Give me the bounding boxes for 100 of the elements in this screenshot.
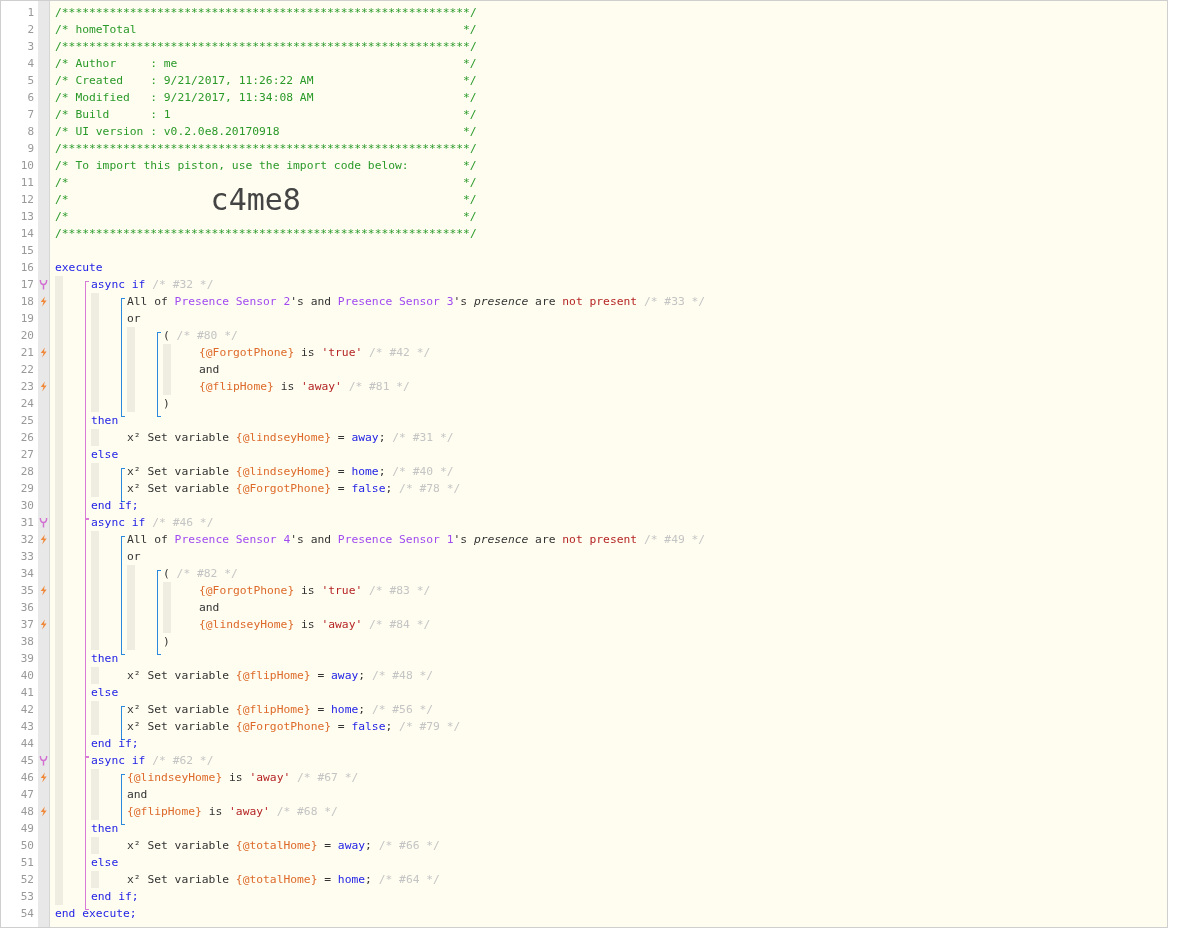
assigned-value: home — [337, 872, 366, 888]
assigned-value: away — [337, 838, 366, 854]
code-text: is — [300, 345, 316, 361]
keyword: else — [91, 685, 119, 701]
device-name: Presence Sensor 1 — [337, 532, 454, 548]
variable-name: {@lindseyHome} — [235, 464, 332, 480]
code-text: is — [300, 583, 316, 599]
code-text: ; — [358, 702, 366, 718]
variable-name: {@lindseyHome} — [127, 770, 223, 786]
assigned-value: away — [331, 668, 359, 684]
import-code: c4me8 — [210, 183, 301, 217]
statement-comment: /* #78 */ — [398, 481, 461, 497]
assigned-value: home — [351, 464, 379, 480]
bracket-line — [121, 706, 125, 740]
code-text: x² Set variable — [127, 668, 231, 684]
string-value: 'true' — [321, 583, 363, 599]
string-value: 'true' — [321, 345, 363, 361]
attribute-name: presence — [473, 294, 529, 310]
code-text: ( — [163, 566, 171, 582]
keyword: then — [91, 821, 119, 837]
keyword: end execute; — [55, 906, 137, 922]
variable-name: {@lindseyHome} — [235, 430, 332, 446]
line-number: 47 — [19, 788, 34, 801]
line-number: 53 — [19, 890, 34, 903]
line-number: 44 — [19, 737, 34, 750]
variable-name: {@flipHome} — [235, 702, 311, 718]
line-number: 18 — [19, 295, 34, 308]
header-comment: /* Modified : 9/21/2017, 11:34:08 AM — [55, 90, 314, 106]
line-number: 50 — [19, 839, 34, 852]
device-name: Presence Sensor 4 — [174, 532, 291, 548]
code-text: 's and — [290, 532, 333, 548]
code-text: is — [207, 804, 224, 820]
line-number: 19 — [19, 312, 34, 325]
header-comment: */ — [463, 158, 477, 174]
code-text: ( — [163, 328, 171, 344]
header-comment: /************************************************************/ — [55, 226, 477, 242]
line-number: 46 — [19, 771, 34, 784]
comparison-operator: not present — [562, 532, 638, 548]
keyword: end if; — [91, 889, 139, 905]
line-number: 34 — [19, 567, 34, 580]
line-number: 29 — [19, 482, 34, 495]
line-number: 2 — [26, 23, 34, 36]
line-number: 30 — [19, 499, 34, 512]
device-name: Presence Sensor 2 — [174, 294, 291, 310]
line-number: 28 — [19, 465, 34, 478]
code-text: x² Set variable — [127, 838, 231, 854]
header-comment: /* Author : me — [55, 56, 178, 72]
keyword: else — [91, 855, 119, 871]
statement-comment: /* #49 */ — [642, 532, 706, 548]
header-comment: /* Created : 9/21/2017, 11:26:22 AM — [55, 73, 314, 89]
statement-comment: /* #48 */ — [370, 668, 434, 684]
code-text: is — [228, 770, 244, 786]
header-comment: */ — [463, 107, 477, 123]
line-number: 39 — [19, 652, 34, 665]
header-comment: */ — [463, 175, 477, 191]
line-number: 24 — [19, 397, 34, 410]
header-comment: /* — [55, 175, 69, 191]
line-number: 45 — [19, 754, 34, 767]
statement-comment: /* #46 */ — [151, 515, 214, 531]
line-number: 9 — [26, 142, 34, 155]
line-number: 12 — [19, 193, 34, 206]
line-number: 41 — [19, 686, 34, 699]
keyword: else — [91, 447, 119, 463]
line-number: 38 — [19, 635, 34, 648]
header-comment: */ — [463, 22, 477, 38]
code-text: or — [127, 549, 141, 565]
statement-comment: /* #79 */ — [398, 719, 461, 735]
variable-name: {@ForgotPhone} — [199, 345, 295, 361]
header-comment: /* — [55, 192, 69, 208]
variable-name: {@flipHome} — [199, 379, 274, 395]
code-text: All of — [127, 532, 169, 548]
statement-comment: /* #62 */ — [151, 753, 214, 769]
line-number: 6 — [26, 91, 34, 104]
line-number: 27 — [19, 448, 34, 461]
line-number: 23 — [19, 380, 34, 393]
code-text: x² Set variable — [127, 430, 231, 446]
header-comment: /************************************************************/ — [55, 5, 477, 21]
header-comment: */ — [463, 56, 477, 72]
keyword: async if — [91, 753, 146, 769]
code-text: ; — [365, 872, 372, 888]
code-text: = — [316, 702, 326, 718]
statement-comment: /* #80 */ — [176, 328, 238, 344]
code-text: x² Set variable — [127, 481, 231, 497]
line-number: 51 — [19, 856, 34, 869]
header-comment: /* To import this piston, use the import code below: — [55, 158, 409, 174]
string-value: 'away' — [301, 379, 342, 395]
variable-name: {@totalHome} — [235, 872, 318, 888]
code-text: is — [279, 379, 296, 395]
code-text: = — [316, 668, 326, 684]
attribute-name: presence — [473, 532, 529, 548]
keyword: execute — [55, 260, 103, 276]
line-number: 7 — [26, 108, 34, 121]
assigned-value: away — [351, 430, 379, 446]
statement-comment: /* #66 */ — [377, 838, 440, 854]
line-number: 14 — [19, 227, 34, 240]
statement-comment: /* #56 */ — [370, 702, 434, 718]
bracket-line — [121, 774, 125, 825]
header-comment: /* UI version : v0.2.0e8.20170918 — [55, 124, 280, 140]
header-comment: */ — [463, 192, 477, 208]
code-text: 's — [453, 294, 469, 310]
